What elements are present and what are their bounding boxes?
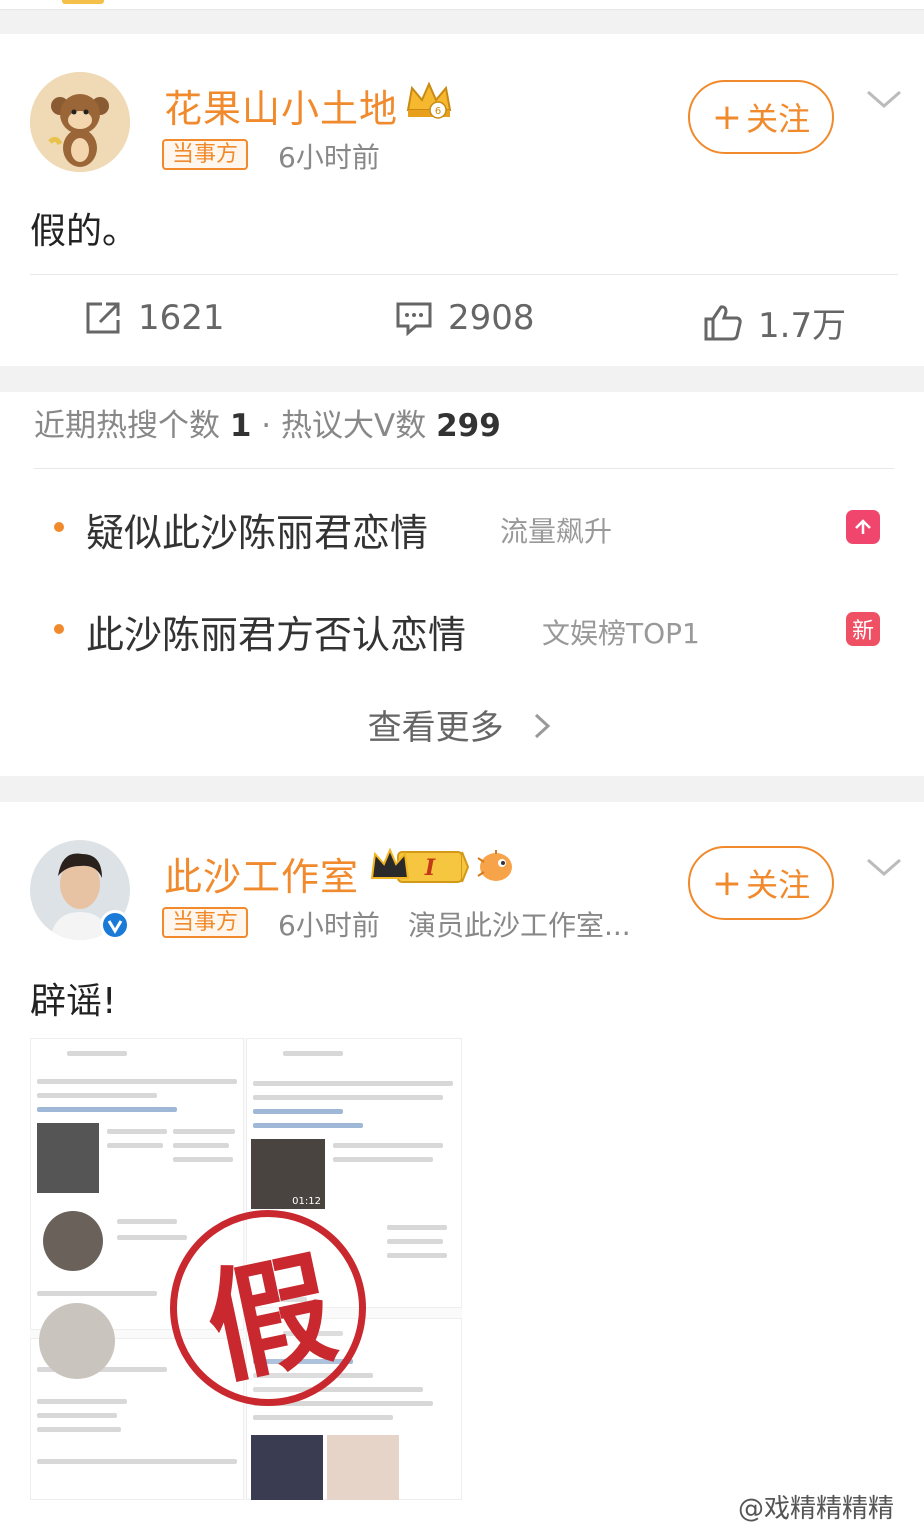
like-icon (704, 304, 742, 340)
chevron-right-icon (535, 713, 551, 739)
post-time: 6小时前 (278, 141, 380, 174)
bigv-label: 热议大V数 (281, 408, 427, 444)
like-button[interactable]: 1.7万 (702, 298, 846, 347)
hot-stats: 近期热搜个数 1 · 热议大V数 299 (34, 400, 501, 445)
plus-icon: + (711, 96, 743, 138)
bullet (54, 522, 64, 532)
avatar[interactable] (30, 72, 130, 172)
level-label: I (424, 855, 436, 881)
follow-label: 关注 (746, 866, 811, 904)
new-badge: 新 (846, 612, 880, 646)
chevron-down-icon[interactable] (864, 848, 904, 888)
post-image[interactable]: 01:12 假 (30, 1038, 462, 1500)
repost-button[interactable]: 1621 (84, 298, 225, 338)
video-duration: 01:12 (292, 1196, 321, 1207)
post-time: 6小时前 (278, 909, 380, 942)
verified-icon (100, 910, 130, 940)
hot-item-tag: 流量飙升 (500, 515, 613, 548)
svg-text:6: 6 (435, 106, 441, 117)
hot-item-title: 此沙陈丽君方否认恋情 (86, 613, 467, 657)
view-more-link[interactable]: 查看更多 (0, 700, 924, 756)
chevron-down-icon[interactable] (864, 80, 904, 120)
pufferfish-icon (476, 848, 516, 888)
divider (30, 274, 898, 275)
post-text: 辟谣! (30, 981, 117, 1022)
hot-item-title: 疑似此沙陈丽君恋情 (86, 511, 429, 555)
post-card-1: 花果山小土地 6 当事方 6小时前 + 关注 假的。 1621 2908 1.7… (0, 34, 924, 366)
comment-button[interactable]: 2908 (394, 298, 535, 338)
divider (34, 468, 894, 469)
like-count: 1.7万 (758, 306, 847, 346)
view-more-label: 查看更多 (367, 708, 504, 748)
follow-button[interactable]: + 关注 (688, 846, 834, 920)
party-badge: 当事方 (162, 907, 249, 938)
follow-label: 关注 (746, 100, 811, 138)
repost-count: 1621 (138, 298, 225, 338)
recent-count: 1 (229, 408, 252, 444)
party-badge: 当事方 (162, 139, 249, 170)
share-icon (86, 302, 120, 334)
post-text: 假的。 (30, 211, 139, 252)
previous-post-edge (0, 0, 924, 34)
recent-label: 近期热搜个数 (34, 408, 220, 444)
crown-icon: 6 (404, 80, 454, 124)
plus-icon: + (711, 862, 743, 904)
author-name[interactable]: 此沙工作室 (164, 846, 359, 901)
bigv-count: 299 (436, 408, 501, 444)
hot-item-tag: 文娱榜TOP1 (542, 617, 700, 650)
bullet (54, 624, 64, 634)
separator: · (261, 408, 272, 444)
hot-item-1[interactable]: 疑似此沙陈丽君恋情 流量飙升 (0, 488, 924, 568)
post-source: 演员此沙工作室... (408, 909, 631, 942)
author-name[interactable]: 花果山小土地 (164, 78, 398, 133)
watermark: @戏精精精精 (738, 1494, 895, 1524)
trending-up-icon (846, 510, 880, 544)
comment-icon (396, 302, 432, 337)
crown-level-icon: I (370, 847, 470, 888)
comment-count: 2908 (448, 298, 535, 338)
hot-item-2[interactable]: 此沙陈丽君方否认恋情 文娱榜TOP1 新 (0, 590, 924, 670)
follow-button[interactable]: + 关注 (688, 80, 834, 154)
